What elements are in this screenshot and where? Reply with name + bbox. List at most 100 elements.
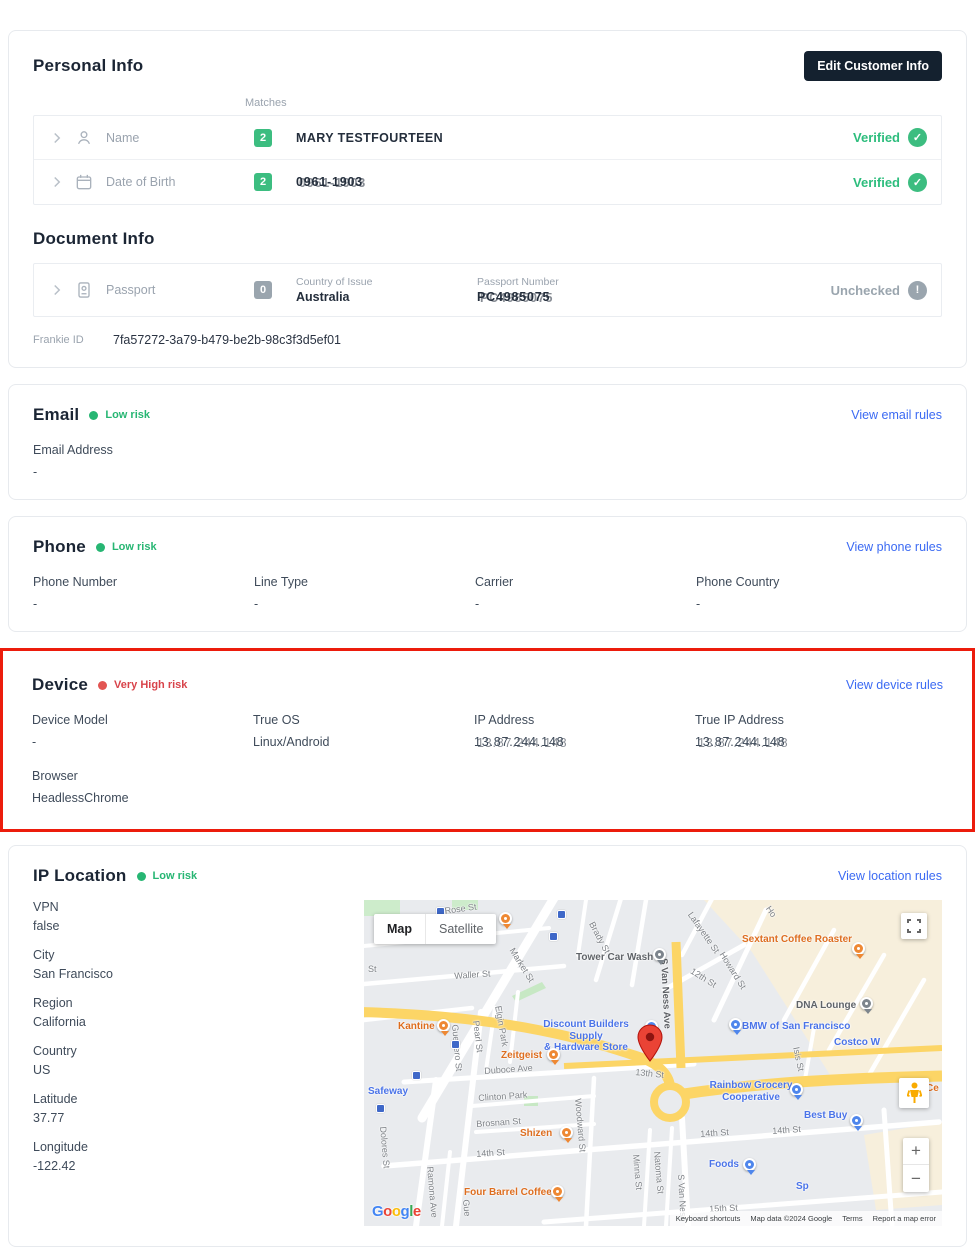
status-badge: Verified ✓ — [853, 173, 927, 192]
field-value: - — [33, 597, 254, 611]
view-location-rules-link[interactable]: View location rules — [838, 869, 942, 883]
device-card: Device Very High risk View device rules … — [8, 655, 967, 825]
table-row-passport[interactable]: Passport 0 Country of Issue Australia Pa… — [34, 264, 941, 316]
field-value: - — [32, 735, 253, 749]
pegman-control[interactable] — [899, 1078, 929, 1108]
pegman-icon — [907, 1082, 922, 1104]
map-poi-pin[interactable] — [850, 1114, 863, 1127]
map-poi-pin[interactable] — [499, 912, 512, 925]
email-title: Email — [33, 405, 79, 425]
view-phone-rules-link[interactable]: View phone rules — [846, 540, 942, 554]
chevron-right-icon[interactable] — [48, 281, 66, 299]
chevron-right-icon[interactable] — [48, 173, 66, 191]
attribution-item[interactable]: Report a map error — [873, 1214, 936, 1223]
true-os-field: True OS Linux/Android — [253, 713, 474, 749]
status-label: Verified — [853, 130, 900, 145]
device-model-field: Device Model - — [32, 713, 253, 749]
status-label: Unchecked — [831, 283, 900, 298]
person-icon — [74, 128, 94, 148]
passport-icon — [74, 280, 94, 300]
matches-badge: 2 — [254, 173, 272, 191]
fullscreen-button[interactable] — [901, 913, 927, 939]
transit-station-icon[interactable] — [412, 1071, 421, 1080]
exclamation-icon: ! — [908, 281, 927, 300]
field-label: Email Address — [33, 443, 254, 457]
field-value: PC4985075 — [477, 290, 697, 304]
map-marker-pin[interactable] — [637, 1024, 663, 1062]
field-label: City — [33, 948, 364, 962]
frankie-id-label: Frankie ID — [33, 334, 113, 346]
phone-title: Phone — [33, 537, 86, 557]
view-device-rules-link[interactable]: View device rules — [846, 678, 943, 692]
frankie-id-value: 7fa57272-3a79-b479-be2b-98c3f3d5ef01 — [113, 333, 341, 347]
google-map[interactable]: Rose StBrady StLafayette StMarket StHoTo… — [364, 900, 942, 1226]
status-badge: Verified ✓ — [853, 128, 927, 147]
map-poi-pin[interactable] — [860, 997, 873, 1010]
map-poi-pin[interactable] — [560, 1126, 573, 1139]
field-label: Device Model — [32, 713, 253, 727]
table-row-dob[interactable]: Date of Birth 2 0961-1903 Verified ✓ — [34, 160, 941, 204]
field-value: Linux/Android — [253, 735, 474, 749]
google-logo-letter: e — [413, 1203, 421, 1220]
attribution-item[interactable]: Keyboard shortcuts — [676, 1214, 741, 1223]
zoom-out-button[interactable]: − — [903, 1165, 929, 1192]
field-value: 13.87.244.148 — [695, 735, 943, 749]
line-type-field: Line Type - — [254, 575, 475, 611]
document-info-title: Document Info — [33, 229, 942, 249]
map-poi-pin[interactable] — [551, 1185, 564, 1198]
map-poi-pin[interactable] — [790, 1083, 803, 1096]
email-address-field: Email Address - — [33, 443, 254, 479]
view-email-rules-link[interactable]: View email rules — [851, 408, 942, 422]
field-label: Country of Issue — [296, 276, 453, 288]
field-value: - — [475, 597, 696, 611]
transit-station-icon[interactable] — [557, 910, 566, 919]
transit-station-icon[interactable] — [549, 932, 558, 941]
status-label: Verified — [853, 175, 900, 190]
risk-dot — [96, 543, 105, 552]
risk-label: Low risk — [112, 541, 157, 553]
email-card: Email Low risk View email rules Email Ad… — [8, 384, 967, 500]
table-row-name[interactable]: Name 2 MARY TESTFOURTEEN Verified ✓ — [34, 116, 941, 160]
field-value: US — [33, 1063, 364, 1077]
personal-info-card: Personal Info Edit Customer Info Matches… — [8, 30, 967, 368]
personal-info-table: Name 2 MARY TESTFOURTEEN Verified ✓ Date… — [33, 115, 942, 205]
ip-location-title: IP Location — [33, 866, 127, 886]
map-view-button[interactable]: Map — [374, 914, 425, 944]
field-label: True OS — [253, 713, 474, 727]
field-label: Carrier — [475, 575, 696, 589]
map-poi-pin[interactable] — [852, 942, 865, 955]
phone-card: Phone Low risk View phone rules Phone Nu… — [8, 516, 967, 632]
map-poi-pin[interactable] — [743, 1158, 756, 1171]
transit-station-icon[interactable] — [451, 1040, 460, 1049]
transit-station-icon[interactable] — [376, 1104, 385, 1113]
map-poi-pin[interactable] — [547, 1048, 560, 1061]
name-value: MARY TESTFOURTEEN — [296, 131, 443, 145]
field-value: HeadlessChrome — [32, 791, 253, 805]
chevron-right-icon[interactable] — [48, 129, 66, 147]
field-value: - — [254, 597, 475, 611]
map-poi-pin[interactable] — [653, 948, 666, 961]
vpn-field: VPN false — [33, 900, 364, 933]
ip-address-field: IP Address 13.87.244.148 — [474, 713, 695, 749]
field-label: Longitude — [33, 1140, 364, 1154]
passport-number-field: Passport Number PC4985075 — [477, 276, 697, 304]
attribution-item[interactable]: Terms — [842, 1214, 862, 1223]
edit-customer-info-button[interactable]: Edit Customer Info — [804, 51, 942, 81]
zoom-in-button[interactable]: + — [903, 1138, 929, 1165]
satellite-view-button[interactable]: Satellite — [425, 914, 496, 944]
google-logo[interactable]: Google — [372, 1203, 421, 1220]
map-poi-pin[interactable] — [729, 1018, 742, 1031]
carrier-field: Carrier - — [475, 575, 696, 611]
browser-field: Browser HeadlessChrome — [32, 769, 253, 805]
matches-badge: 2 — [254, 129, 272, 147]
phone-number-field: Phone Number - — [33, 575, 254, 611]
risk-label: Low risk — [153, 870, 198, 882]
device-card-highlight: Device Very High risk View device rules … — [0, 648, 975, 832]
city-field: City San Francisco — [33, 948, 364, 981]
field-value: 13.87.244.148 — [474, 735, 695, 749]
row-label: Name — [106, 131, 254, 145]
google-logo-letter: g — [401, 1203, 410, 1220]
calendar-icon — [74, 172, 94, 192]
map-poi-pin[interactable] — [437, 1019, 450, 1032]
google-logo-letter: G — [372, 1203, 383, 1220]
